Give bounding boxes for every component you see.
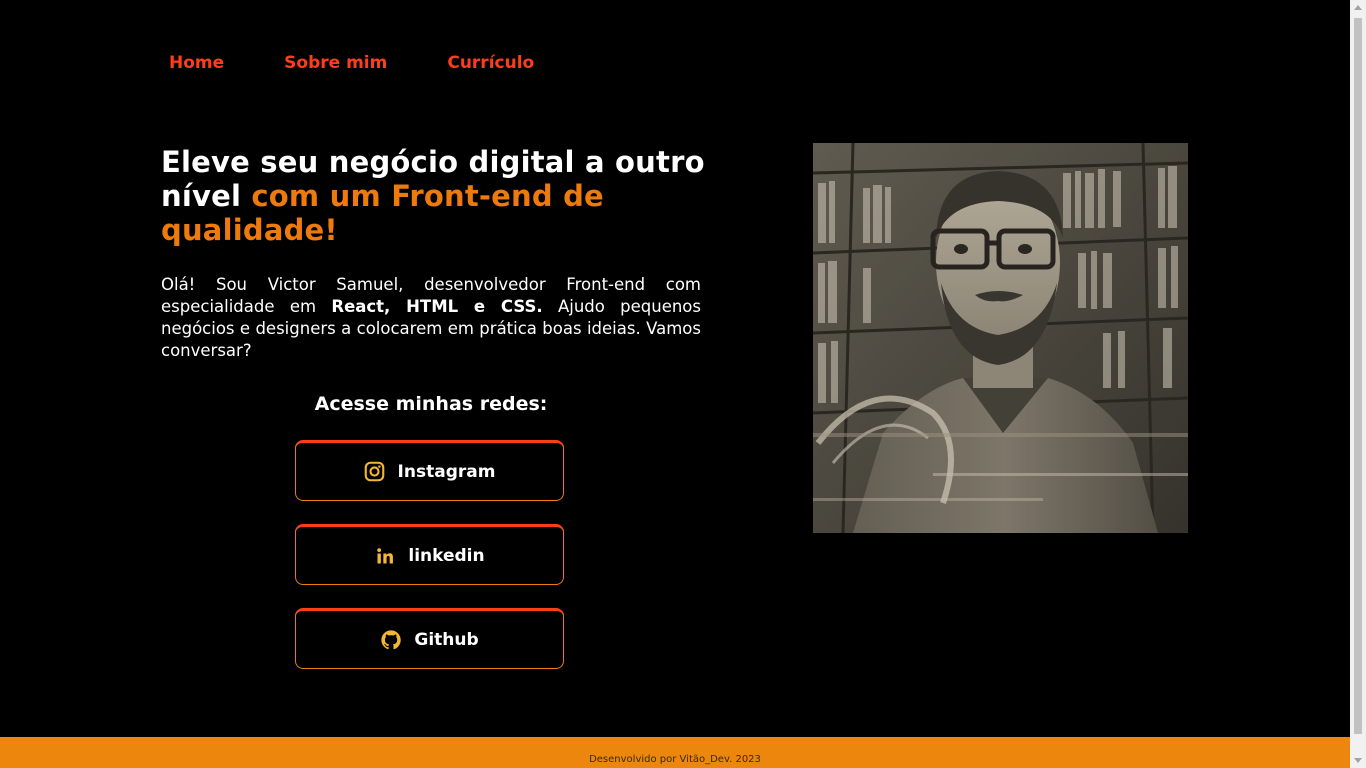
- scrollbar-thumb[interactable]: [1354, 18, 1362, 734]
- page: Home Sobre mim Currículo Eleve seu negóc…: [0, 0, 1350, 768]
- instagram-icon: [364, 461, 386, 483]
- nav-curriculo-link[interactable]: Currículo: [447, 53, 534, 73]
- scroll-down-arrow-icon[interactable]: [1354, 758, 1362, 763]
- linkedin-button[interactable]: linkedin: [295, 524, 564, 585]
- instagram-button[interactable]: Instagram: [295, 440, 564, 501]
- footer: Desenvolvido por Vitão_Dev. 2023: [0, 737, 1350, 768]
- linkedin-label: linkedin: [408, 545, 485, 566]
- main-nav: Home Sobre mim Currículo: [169, 53, 534, 73]
- networks-title: Acesse minhas redes:: [314, 393, 548, 415]
- scroll-up-arrow-icon[interactable]: [1354, 5, 1362, 10]
- instagram-label: Instagram: [397, 461, 496, 482]
- vertical-scrollbar[interactable]: [1350, 0, 1366, 768]
- intro-paragraph: Olá! Sou Victor Samuel, desenvolvedor Fr…: [161, 274, 701, 362]
- github-icon: [380, 629, 402, 651]
- nav-sobre-mim-link[interactable]: Sobre mim: [284, 53, 387, 73]
- profile-photo: [813, 143, 1188, 533]
- footer-text: Desenvolvido por Vitão_Dev. 2023: [589, 754, 761, 765]
- hero-title: Eleve seu negócio digital a outro nível …: [161, 145, 721, 247]
- nav-home-link[interactable]: Home: [169, 53, 224, 73]
- linkedin-icon: [374, 545, 396, 567]
- github-label: Github: [414, 629, 479, 650]
- intro-text-bold: React, HTML e CSS.: [331, 297, 543, 316]
- github-button[interactable]: Github: [295, 608, 564, 669]
